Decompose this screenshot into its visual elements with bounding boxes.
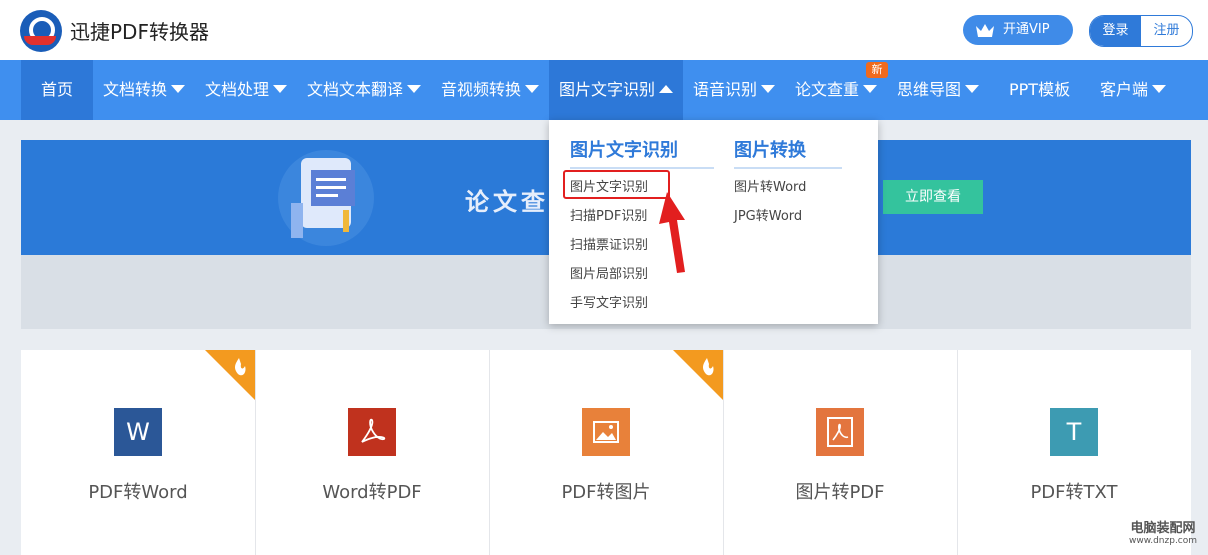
pdf-icon bbox=[816, 408, 864, 456]
chevron-down-icon bbox=[965, 84, 980, 93]
chevron-down-icon bbox=[761, 84, 776, 93]
chevron-down-icon bbox=[171, 84, 186, 93]
watermark-line1: 电脑装配网 bbox=[1130, 521, 1196, 536]
menu-item-handwriting-ocr[interactable]: 手写文字识别 bbox=[570, 292, 648, 311]
nav-doc-convert[interactable]: 文档转换 bbox=[103, 60, 186, 120]
chevron-up-icon bbox=[659, 84, 674, 93]
tool-image-to-pdf[interactable]: 图片转PDF bbox=[723, 350, 958, 555]
hot-flame-icon bbox=[205, 350, 255, 400]
auth-group: 登录 注册 bbox=[1089, 15, 1193, 47]
dropdown-heading-image-convert: 图片转换 bbox=[734, 140, 806, 161]
tool-label: PDF转Word bbox=[88, 482, 188, 503]
nav-home[interactable]: 首页 bbox=[21, 60, 93, 120]
nav-mindmap[interactable]: 思维导图 bbox=[897, 60, 980, 120]
main-nav: 首页 文档转换 文档处理 文档文本翻译 音视频转换 图片文字识别 语音识别 论文… bbox=[0, 60, 1208, 120]
crown-icon bbox=[976, 24, 994, 37]
app-title: 迅捷PDF转换器 bbox=[70, 20, 209, 44]
app-logo bbox=[20, 10, 62, 52]
menu-item-ticket-ocr[interactable]: 扫描票证识别 bbox=[570, 234, 648, 253]
highlight-box bbox=[563, 170, 670, 199]
word-icon: W bbox=[114, 408, 162, 456]
chevron-down-icon bbox=[863, 84, 878, 93]
register-button[interactable]: 注册 bbox=[1141, 16, 1192, 46]
tool-label: PDF转TXT bbox=[1030, 482, 1118, 503]
menu-item-image-to-word[interactable]: 图片转Word bbox=[734, 176, 806, 195]
tool-grid: W PDF转Word Word转PDF PDF转图片 图片转PDF T PDF转… bbox=[21, 350, 1191, 555]
menu-item-partial-ocr[interactable]: 图片局部识别 bbox=[570, 263, 648, 282]
login-button[interactable]: 登录 bbox=[1090, 16, 1141, 46]
red-arrow-icon bbox=[659, 192, 685, 273]
tool-pdf-to-word[interactable]: W PDF转Word bbox=[21, 350, 256, 555]
txt-icon: T bbox=[1050, 408, 1098, 456]
chevron-down-icon bbox=[525, 84, 540, 93]
pdf-icon bbox=[348, 408, 396, 456]
chevron-down-icon bbox=[407, 84, 422, 93]
nav-image-ocr[interactable]: 图片文字识别 bbox=[549, 60, 683, 120]
menu-item-jpg-to-word[interactable]: JPG转Word bbox=[734, 205, 802, 224]
tool-word-to-pdf[interactable]: Word转PDF bbox=[255, 350, 490, 555]
vip-button[interactable]: 开通VIP bbox=[963, 15, 1073, 45]
nav-speech[interactable]: 语音识别 bbox=[693, 60, 776, 120]
divider bbox=[570, 167, 714, 169]
tool-label: PDF转图片 bbox=[561, 482, 651, 503]
tool-pdf-to-image[interactable]: PDF转图片 bbox=[489, 350, 724, 555]
hot-flame-icon bbox=[673, 350, 723, 400]
watermark-line2: www.dnzp.com bbox=[1128, 536, 1198, 546]
header-bar: 迅捷PDF转换器 开通VIP 登录 注册 bbox=[0, 0, 1208, 60]
menu-item-scan-pdf-ocr[interactable]: 扫描PDF识别 bbox=[570, 205, 647, 224]
nav-plagiarism[interactable]: 论文查重 bbox=[795, 60, 878, 120]
nav-translate[interactable]: 文档文本翻译 bbox=[307, 60, 422, 120]
chevron-down-icon bbox=[273, 84, 288, 93]
nav-doc-process[interactable]: 文档处理 bbox=[205, 60, 288, 120]
document-illustration-icon bbox=[278, 150, 374, 246]
dropdown-heading-ocr: 图片文字识别 bbox=[570, 140, 678, 161]
new-badge: 新 bbox=[866, 62, 888, 78]
tool-label: 图片转PDF bbox=[795, 482, 885, 503]
image-icon bbox=[582, 408, 630, 456]
image-ocr-dropdown: 图片文字识别 图片文字识别 扫描PDF识别 扫描票证识别 图片局部识别 手写文字… bbox=[549, 120, 878, 324]
tool-label: Word转PDF bbox=[322, 482, 422, 503]
vip-label: 开通VIP bbox=[1003, 22, 1050, 37]
nav-client[interactable]: 客户端 bbox=[1100, 60, 1167, 120]
divider bbox=[734, 167, 842, 169]
banner-headline: 论文查 bbox=[465, 188, 549, 216]
nav-av-convert[interactable]: 音视频转换 bbox=[441, 60, 540, 120]
chevron-down-icon bbox=[1152, 84, 1167, 93]
view-now-button[interactable]: 立即查看 bbox=[883, 180, 983, 214]
nav-ppt[interactable]: PPT模板 bbox=[1009, 60, 1070, 120]
site-watermark: 电脑装配网 www.dnzp.com bbox=[1123, 517, 1203, 546]
